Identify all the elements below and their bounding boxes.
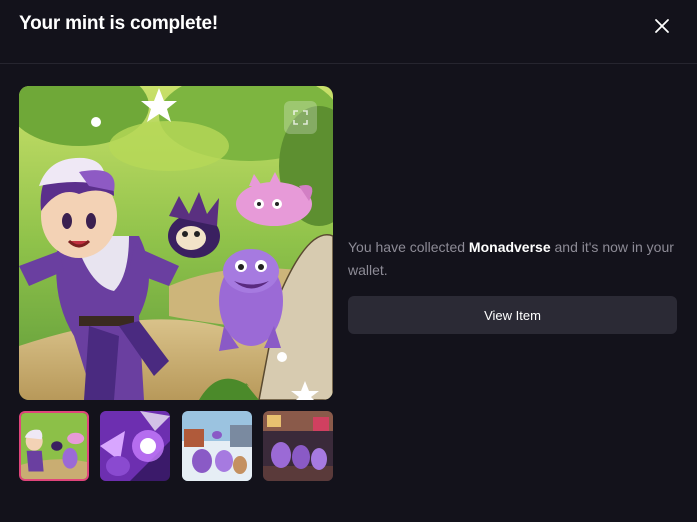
close-icon [655,19,669,33]
thumbnail-3[interactable] [182,411,252,481]
thumbnail-strip [19,411,333,481]
mint-success-message: You have collected Monadverse and it's n… [348,236,678,282]
view-item-button[interactable]: View Item [348,296,677,334]
message-prefix: You have collected [348,239,469,255]
modal-header: Your mint is complete! [0,0,697,64]
thumbnail-4[interactable] [263,411,333,481]
collection-name: Monadverse [468,239,551,255]
expand-button[interactable] [284,101,317,134]
expand-icon [293,110,308,125]
thumbnail-1[interactable] [19,411,89,481]
thumbnail-2[interactable] [100,411,170,481]
view-item-label: View Item [484,307,541,323]
mint-complete-modal: Your mint is complete! You have collecte… [0,0,697,522]
modal-title: Your mint is complete! [19,13,218,34]
close-button[interactable] [650,14,674,38]
